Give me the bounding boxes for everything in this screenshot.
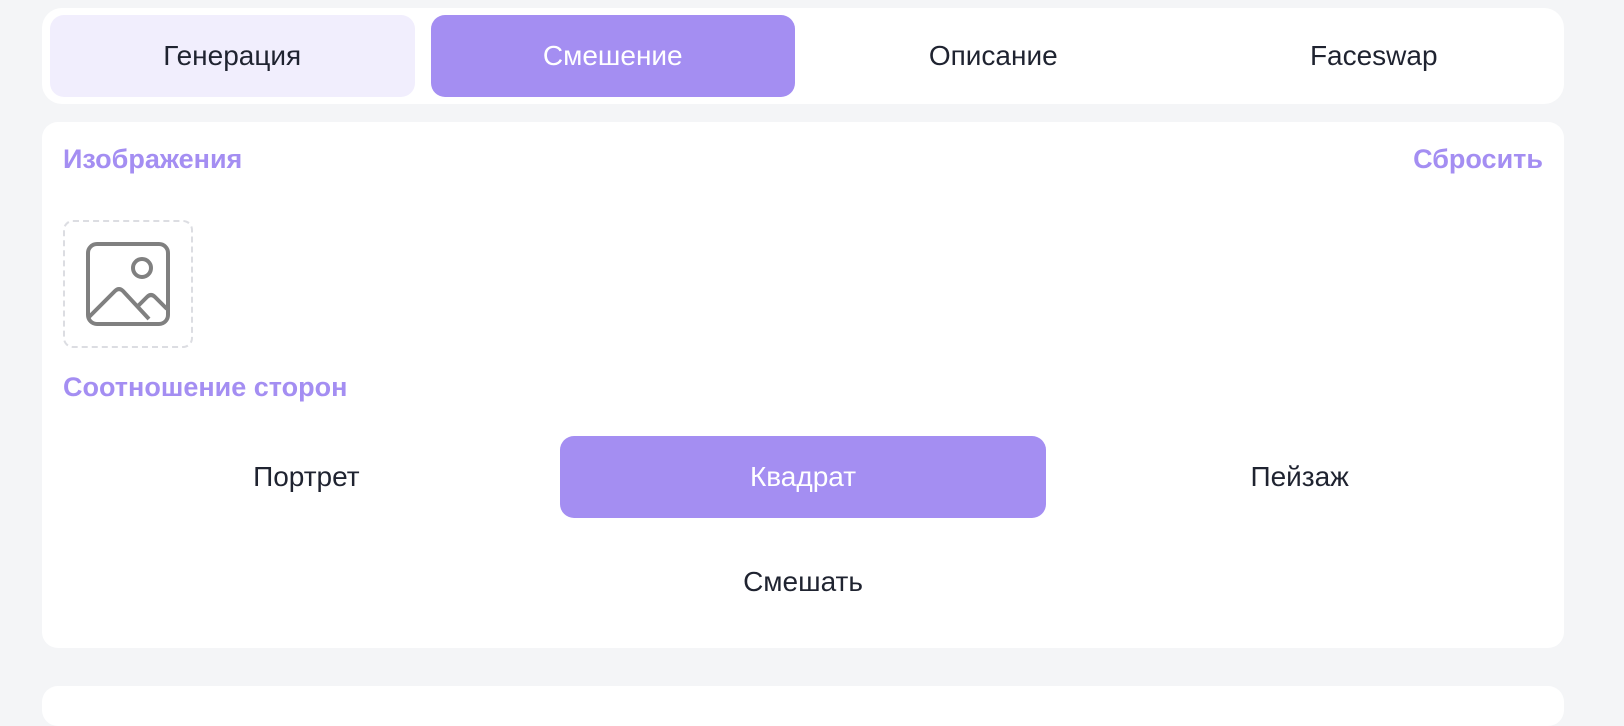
- mode-tabs: Генерация Смешение Описание Faceswap: [42, 8, 1564, 104]
- mix-panel: Изображения Сбросить Соотношение сторон …: [42, 122, 1564, 648]
- aspect-option-portrait[interactable]: Портрет: [63, 436, 550, 518]
- tab-mixing[interactable]: Смешение: [430, 15, 795, 97]
- tab-generation[interactable]: Генерация: [50, 15, 415, 97]
- aspect-ratio-selector: Портрет Квадрат Пейзаж: [63, 436, 1543, 518]
- tab-faceswap[interactable]: Faceswap: [1192, 15, 1557, 97]
- image-placeholder-icon: [86, 242, 170, 326]
- aspect-ratio-label: Соотношение сторон: [63, 372, 348, 402]
- next-panel: [42, 686, 1564, 726]
- reset-button[interactable]: Сбросить: [1413, 144, 1543, 175]
- tab-description[interactable]: Описание: [811, 15, 1176, 97]
- images-section-label: Изображения: [63, 144, 243, 174]
- aspect-option-landscape[interactable]: Пейзаж: [1056, 436, 1543, 518]
- image-upload-slot[interactable]: [63, 220, 193, 348]
- mix-button[interactable]: Смешать: [63, 544, 1543, 620]
- aspect-option-square[interactable]: Квадрат: [559, 436, 1047, 518]
